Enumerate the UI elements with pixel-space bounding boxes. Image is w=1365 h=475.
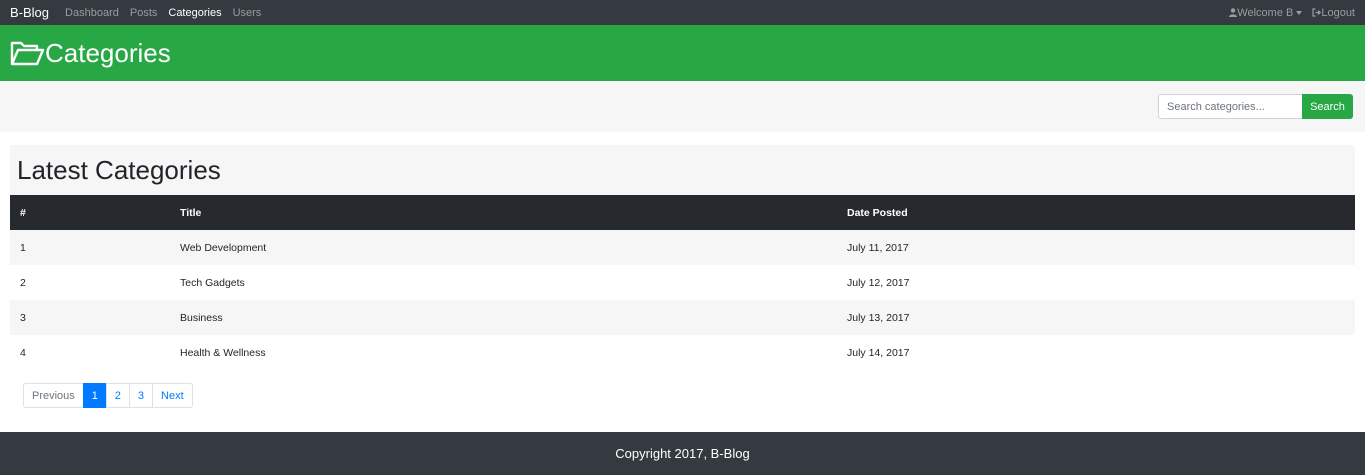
pagination-page-1[interactable]: 1 xyxy=(82,383,107,408)
row-date: July 11, 2017 xyxy=(847,241,909,254)
row-number: 2 xyxy=(20,276,26,289)
row-title: Tech Gadgets xyxy=(180,276,245,289)
nav-right: Welcome B Logout xyxy=(1229,7,1355,19)
search-button[interactable]: Search xyxy=(1302,94,1353,119)
nav-users[interactable]: Users xyxy=(233,7,262,19)
row-date: July 14, 2017 xyxy=(847,346,910,359)
row-number: 4 xyxy=(20,346,26,359)
nav-posts[interactable]: Posts xyxy=(130,7,158,19)
row-date: July 13, 2017 xyxy=(847,311,910,324)
page-title: Categories xyxy=(45,38,171,68)
pagination-page-2[interactable]: 2 xyxy=(105,383,130,408)
pagination-page-3[interactable]: 3 xyxy=(128,383,154,408)
caret-down-icon xyxy=(1296,10,1303,15)
pagination-next[interactable]: Next xyxy=(152,383,193,408)
section-heading-bar: Latest Categories xyxy=(10,145,1355,195)
sign-out-icon xyxy=(1312,8,1322,17)
welcome-dropdown[interactable]: Welcome B xyxy=(1229,6,1303,19)
search-input[interactable] xyxy=(1158,94,1302,119)
row-date: July 12, 2017 xyxy=(847,276,910,289)
brand-link[interactable]: B-Blog xyxy=(10,5,49,20)
search-bar: Search xyxy=(0,81,1365,132)
row-number: 3 xyxy=(20,311,26,324)
nav-dashboard[interactable]: Dashboard xyxy=(65,7,119,19)
pagination: Previous 1 2 3 Next xyxy=(23,383,1355,408)
main-content: Latest Categories # Title Date Posted 1 … xyxy=(0,132,1365,408)
logout-link[interactable]: Logout xyxy=(1312,7,1355,19)
page-header: Categories xyxy=(0,25,1365,81)
pagination-previous[interactable]: Previous xyxy=(23,383,84,408)
footer-copyright: Copyright 2017, B-Blog xyxy=(615,446,750,461)
logout-label: Logout xyxy=(1321,6,1355,19)
row-number: 1 xyxy=(20,241,26,254)
table-row: 4 Health & Wellness July 14, 2017 xyxy=(10,335,1355,370)
table-header-row: # Title Date Posted xyxy=(10,195,1355,230)
folder-open-icon xyxy=(10,41,45,65)
categories-table: # Title Date Posted 1 Web Development Ju… xyxy=(10,195,1355,370)
row-title: Business xyxy=(180,311,223,324)
user-icon xyxy=(1229,8,1238,17)
row-title: Health & Wellness xyxy=(180,346,266,359)
nav-categories[interactable]: Categories xyxy=(168,7,221,19)
column-header-title: Title xyxy=(180,206,202,219)
top-navbar: B-Blog Dashboard Posts Categories Users … xyxy=(0,0,1365,25)
table-row: 2 Tech Gadgets July 12, 2017 xyxy=(10,265,1355,300)
column-header-date: Date Posted xyxy=(847,206,908,219)
page-footer: Copyright 2017, B-Blog xyxy=(0,432,1365,475)
row-title: Web Development xyxy=(180,241,267,254)
section-heading: Latest Categories xyxy=(17,154,221,185)
table-row: 1 Web Development July 11, 2017 xyxy=(10,230,1355,265)
column-header-number: # xyxy=(20,206,26,219)
table-row: 3 Business July 13, 2017 xyxy=(10,300,1355,335)
welcome-label: Welcome B xyxy=(1237,6,1294,19)
